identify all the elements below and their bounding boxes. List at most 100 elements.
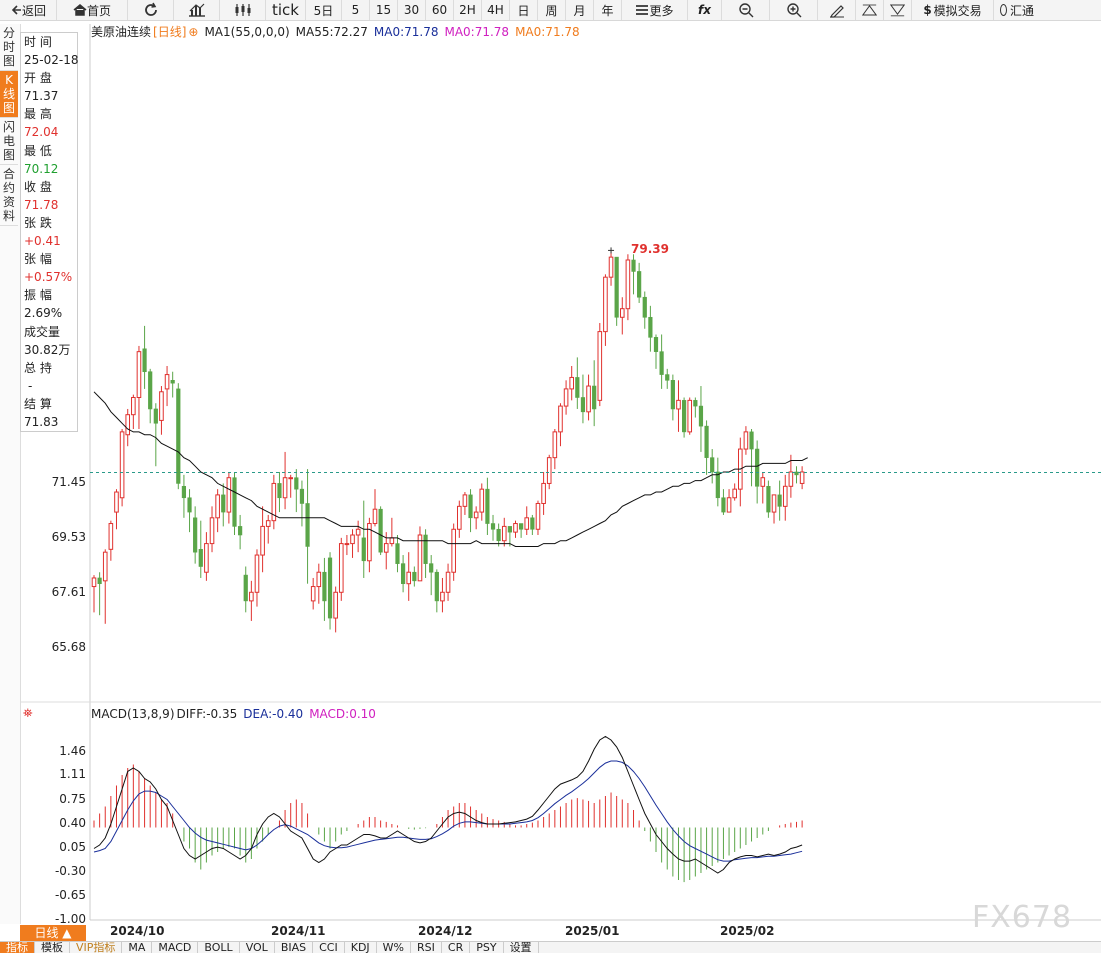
candle-body [642, 296, 647, 318]
candle-body [558, 405, 563, 433]
candle-body [170, 380, 175, 384]
candle-body [238, 526, 243, 536]
candle-body [524, 517, 530, 530]
candle-body [417, 534, 423, 582]
template-tab[interactable]: 模板 [35, 942, 70, 953]
candles-layer [91, 251, 805, 633]
candle-body [501, 525, 507, 542]
macd-diff-line [93, 735, 803, 874]
candle-body [743, 431, 749, 450]
candle-body [383, 543, 389, 553]
candle-body [451, 528, 456, 573]
candle-body [563, 388, 569, 407]
candle-body [164, 374, 170, 390]
candle-body [322, 571, 327, 602]
candle-body [732, 488, 737, 499]
candle-body [148, 371, 153, 410]
candle-body [372, 508, 378, 525]
candle-body [153, 408, 158, 424]
candle-body [462, 494, 468, 507]
candle-body [648, 316, 653, 338]
candle-body [597, 331, 603, 401]
vip-indicator-tab[interactable]: VIP指标 [70, 942, 123, 953]
indicator-bias[interactable]: BIAS [275, 942, 314, 953]
candle-body [687, 399, 693, 433]
candle-body [108, 523, 114, 550]
candle-body [249, 591, 254, 602]
indicator-macd[interactable]: MACD [152, 942, 199, 953]
candle-body [159, 391, 164, 421]
candle-body [350, 534, 355, 545]
indicator-rsi[interactable]: RSI [411, 942, 442, 953]
indicator-kdj[interactable]: KDJ [345, 942, 377, 953]
candle-body [406, 571, 412, 585]
candle-body [226, 477, 232, 513]
candle-body [198, 549, 203, 567]
candle-body [221, 494, 226, 513]
candle-body [434, 571, 439, 602]
candle-body [777, 494, 782, 507]
candle-body [704, 425, 709, 458]
candle-body [333, 591, 338, 619]
candle-body [535, 502, 541, 530]
candle-body [338, 543, 344, 593]
candle-body [726, 497, 732, 513]
indicator-ma[interactable]: MA [122, 942, 153, 953]
candle-body [316, 571, 322, 588]
candle-body [619, 308, 625, 318]
candle-body [142, 348, 147, 373]
candle-body [445, 571, 451, 593]
candle-body [749, 431, 754, 450]
candle-body [676, 399, 681, 410]
candle-body [507, 526, 512, 533]
candle-body [592, 385, 597, 410]
candle-body [698, 405, 704, 427]
candle-body [496, 528, 501, 542]
candle-body [232, 477, 237, 527]
candle-body [665, 374, 670, 381]
candle-body [575, 377, 580, 398]
candle-body [181, 485, 187, 499]
candle-body [282, 477, 288, 499]
candle-body [389, 537, 395, 545]
candle-body [395, 543, 400, 564]
candle-body [294, 477, 299, 490]
indicator-tab-main[interactable]: 指标 [0, 942, 35, 953]
candle-body [215, 494, 220, 519]
indicator-wr[interactable]: W% [377, 942, 412, 953]
settings-tab[interactable]: 设置 [504, 942, 539, 953]
candle-body [355, 528, 361, 536]
candle-body [429, 563, 434, 573]
candle-body [715, 471, 720, 499]
candle-body [653, 337, 659, 352]
candle-body [490, 523, 496, 530]
indicator-cci[interactable]: CCI [313, 942, 345, 953]
candle-body [799, 471, 805, 484]
candle-body [344, 543, 350, 546]
kline-chart[interactable] [0, 0, 1101, 952]
indicator-boll[interactable]: BOLL [198, 942, 240, 953]
candle-body [580, 397, 586, 413]
indicator-cr[interactable]: CR [442, 942, 471, 953]
candle-body [569, 376, 575, 390]
candle-body [125, 414, 131, 436]
period-select-button[interactable]: 日线 ▲ [20, 925, 86, 941]
candle-body [176, 388, 181, 484]
indicator-vol[interactable]: VOL [240, 942, 275, 953]
candle-body [794, 471, 799, 476]
candle-body [136, 351, 142, 398]
candle-body [440, 591, 445, 602]
candle-body [412, 571, 417, 582]
candle-body [288, 477, 293, 480]
indicator-psy[interactable]: PSY [470, 942, 504, 953]
candle-body [608, 256, 614, 278]
candle-body [457, 505, 462, 530]
candle-body [193, 517, 198, 553]
candle-body [468, 494, 473, 519]
candle-body [243, 574, 248, 602]
candle-body [299, 488, 305, 504]
candle-body [473, 511, 479, 519]
candle-body [530, 517, 535, 530]
candle-body [327, 557, 333, 619]
candle-body [546, 457, 552, 484]
